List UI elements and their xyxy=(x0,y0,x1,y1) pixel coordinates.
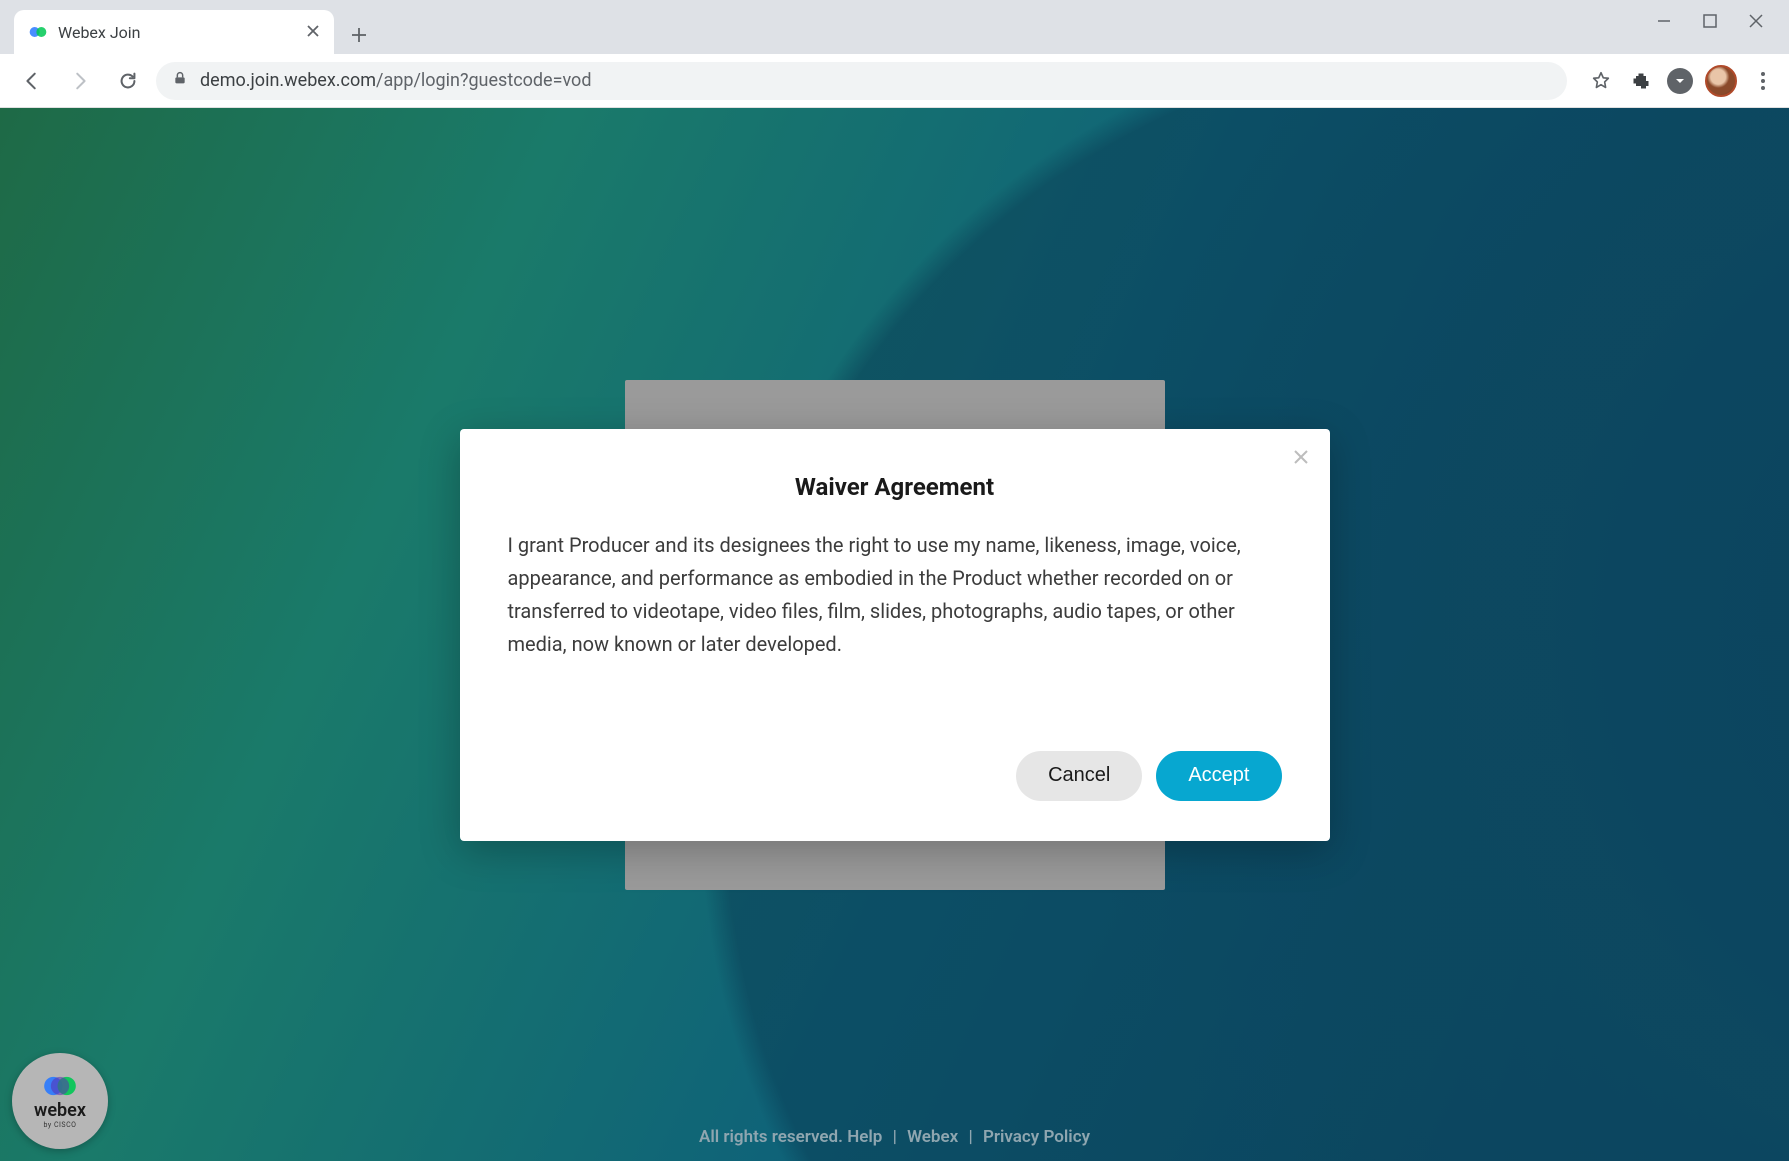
kebab-menu-button[interactable] xyxy=(1749,67,1777,95)
brand-subtitle: by CISCO xyxy=(44,1121,77,1129)
footer-help-link[interactable]: Help xyxy=(847,1127,882,1147)
webex-favicon-icon xyxy=(28,22,48,42)
tab-title: Webex Join xyxy=(58,23,306,42)
tab-close-button[interactable] xyxy=(306,22,320,43)
webex-brand-badge[interactable]: webex by CISCO xyxy=(12,1053,108,1149)
address-bar[interactable]: demo.join.webex.com/app/login?guestcode=… xyxy=(156,62,1567,100)
footer-sep: | xyxy=(968,1127,972,1147)
lock-icon xyxy=(172,70,188,91)
extensions-button[interactable] xyxy=(1627,67,1655,95)
close-window-button[interactable] xyxy=(1747,12,1765,30)
new-tab-button[interactable] xyxy=(340,16,378,54)
reload-button[interactable] xyxy=(108,61,148,101)
minimize-button[interactable] xyxy=(1655,12,1673,30)
brand-name: webex xyxy=(34,1100,86,1121)
url-host: demo.join.webex.com xyxy=(200,70,376,91)
url-path: /app/login?guestcode=vod xyxy=(376,70,591,91)
accept-button[interactable]: Accept xyxy=(1156,751,1281,801)
bookmark-star-button[interactable] xyxy=(1587,67,1615,95)
footer-sep: | xyxy=(893,1127,897,1147)
modal-title: Waiver Agreement xyxy=(508,473,1282,501)
footer-privacy-link[interactable]: Privacy Policy xyxy=(983,1127,1090,1147)
page-footer: All rights reserved. Help | Webex | Priv… xyxy=(0,1127,1789,1147)
browser-tab[interactable]: Webex Join xyxy=(14,10,334,54)
profile-avatar[interactable] xyxy=(1705,65,1737,97)
modal-body-text: I grant Producer and its designees the r… xyxy=(508,529,1282,661)
page-content: Waiver Agreement I grant Producer and it… xyxy=(0,108,1789,1161)
maximize-button[interactable] xyxy=(1701,12,1719,30)
profile-indicator-icon[interactable] xyxy=(1667,68,1693,94)
modal-close-button[interactable] xyxy=(1292,447,1310,472)
forward-button[interactable] xyxy=(60,61,100,101)
waiver-modal: Waiver Agreement I grant Producer and it… xyxy=(460,429,1330,841)
toolbar-right xyxy=(1575,65,1777,97)
cancel-button[interactable]: Cancel xyxy=(1016,751,1142,801)
footer-rights: All rights reserved. xyxy=(699,1127,843,1147)
webex-logo-icon xyxy=(40,1074,80,1098)
modal-actions: Cancel Accept xyxy=(508,751,1282,801)
tab-strip: Webex Join xyxy=(0,0,1789,54)
back-button[interactable] xyxy=(12,61,52,101)
window-controls xyxy=(1655,0,1789,42)
footer-webex-link[interactable]: Webex xyxy=(907,1127,958,1147)
browser-toolbar: demo.join.webex.com/app/login?guestcode=… xyxy=(0,54,1789,108)
